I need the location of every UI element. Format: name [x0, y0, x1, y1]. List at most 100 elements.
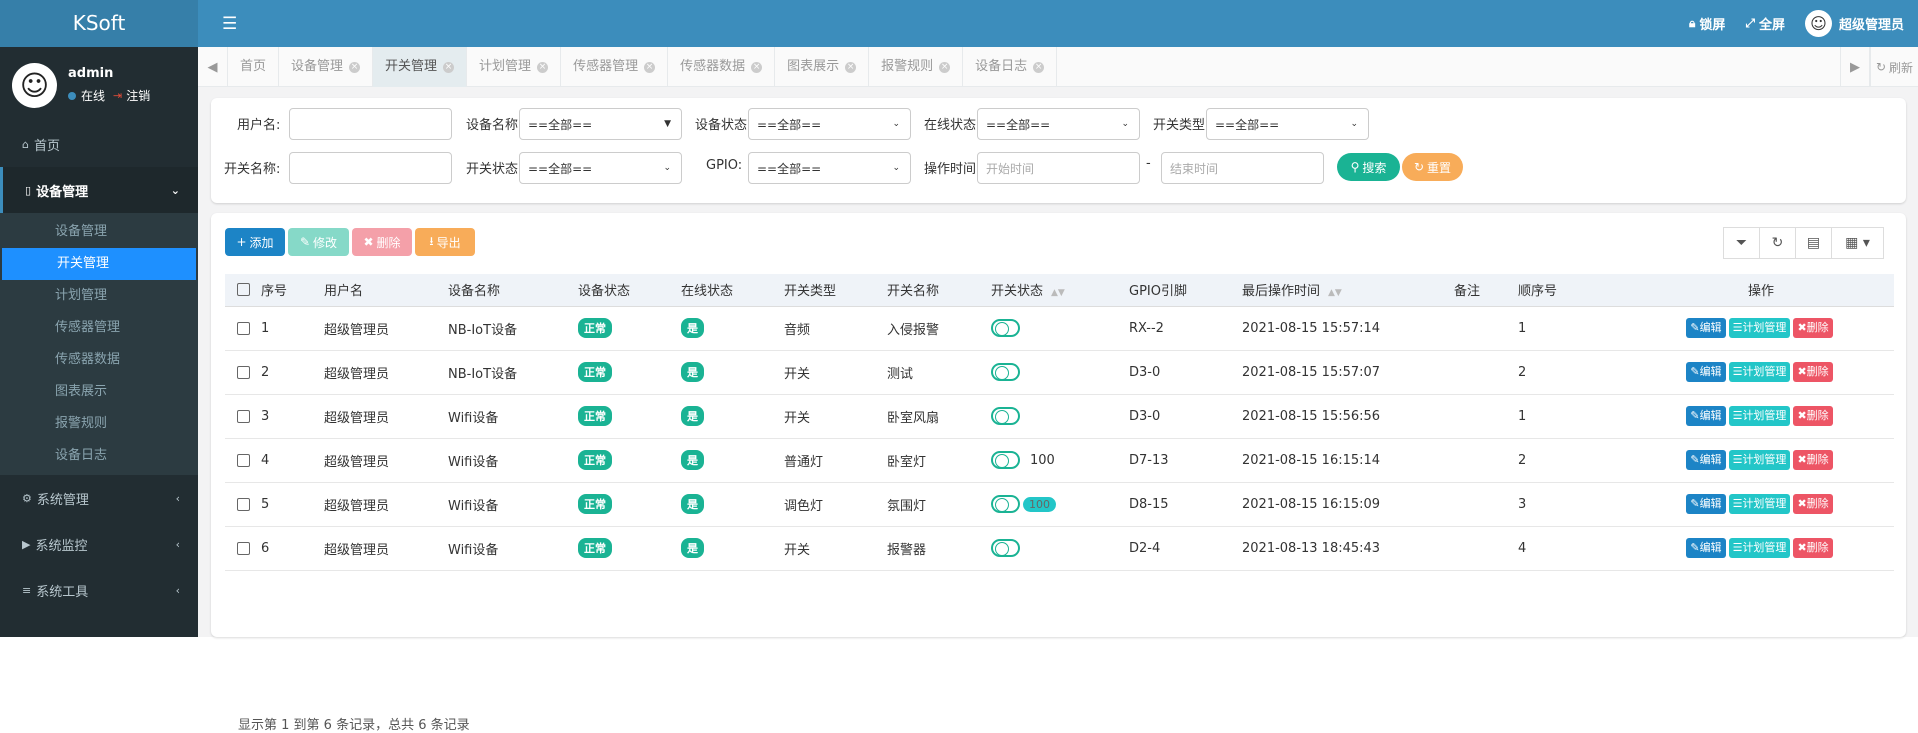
logout-link[interactable]: 注销	[126, 87, 150, 104]
online-select[interactable]: ==全部== ⌄	[977, 108, 1140, 140]
columns-button[interactable]: ▦ ▾	[1831, 227, 1884, 259]
devstate-select[interactable]: ==全部== ⌄	[748, 108, 911, 140]
search-button[interactable]: ⚲ 搜索	[1337, 153, 1400, 181]
gpio-select[interactable]: ==全部== ⌄	[748, 152, 911, 184]
table-row[interactable]: 6 超级管理员 Wifi设备 正常 是 开关 报警器 D2-4 2021-08-13 18:45…	[225, 526, 1894, 571]
submenu-sensor-manage[interactable]: 传感器管理	[0, 312, 198, 344]
device-select[interactable]: ==全部== ▼	[519, 108, 682, 140]
edit-button[interactable]: ✎ 修改	[288, 228, 349, 256]
row-select-cell[interactable]	[225, 306, 255, 351]
table-row[interactable]: 5 超级管理员 Wifi设备 正常 是 调色灯 氛围灯 100 D8-15 2021-08-15 …	[225, 482, 1894, 527]
export-button[interactable]: ⭳ 导出	[415, 228, 475, 256]
tab-sensor-data[interactable]: 传感器数据 ×	[668, 47, 776, 87]
sidebar-item-system[interactable]: ⚙ 系统管理 ‹	[0, 475, 198, 521]
refresh-tab-button[interactable]: ↻ 刷新	[1870, 47, 1918, 87]
row-checkbox[interactable]	[237, 497, 250, 511]
row-checkbox[interactable]	[237, 365, 250, 379]
switch-toggle[interactable]	[991, 407, 1020, 425]
row-select-cell[interactable]	[225, 394, 255, 439]
submenu-switch-manage[interactable]: 开关管理	[2, 248, 196, 280]
add-button[interactable]: + 添加	[225, 228, 285, 256]
app-logo[interactable]: KSoft	[0, 0, 198, 47]
row-plan-button[interactable]: ☰计划管理	[1728, 494, 1791, 514]
lock-screen-button[interactable]: 🔒︎ 锁屏	[1689, 14, 1725, 33]
submenu-plan-manage[interactable]: 计划管理	[0, 280, 198, 312]
row-plan-button[interactable]: ☰计划管理	[1728, 362, 1791, 382]
tab-sensor[interactable]: 传感器管理 ×	[561, 47, 669, 87]
row-delete-button[interactable]: ✖删除	[1793, 494, 1833, 514]
row-edit-button[interactable]: ✎编辑	[1686, 362, 1726, 382]
close-icon[interactable]: ×	[1033, 61, 1045, 73]
select-all-checkbox[interactable]	[237, 283, 250, 297]
close-icon[interactable]: ×	[845, 61, 857, 73]
row-checkbox[interactable]	[237, 541, 250, 555]
filter-toggle-button[interactable]: ⏷	[1723, 227, 1760, 259]
row-delete-button[interactable]: ✖删除	[1793, 538, 1833, 558]
table-row[interactable]: 2 超级管理员 NB-IoT设备 正常是开关 测试 D3-0 2021-08-15 15:5…	[225, 350, 1894, 395]
row-edit-button[interactable]: ✎编辑	[1686, 406, 1726, 426]
tab-home[interactable]: 首页	[228, 47, 280, 87]
tab-switch[interactable]: 开关管理 ×	[373, 47, 468, 87]
row-edit-button[interactable]: ✎编辑	[1686, 318, 1726, 338]
switch-toggle[interactable]	[991, 363, 1020, 381]
reset-button[interactable]: ↻ 重置	[1402, 153, 1463, 181]
tab-scroll-left-icon[interactable]: ◀	[198, 47, 228, 87]
swtype-select[interactable]: ==全部== ⌄	[1206, 108, 1369, 140]
close-icon[interactable]: ×	[751, 61, 763, 73]
row-select-cell[interactable]	[225, 438, 255, 483]
row-checkbox[interactable]	[237, 409, 250, 423]
close-icon[interactable]: ×	[939, 61, 951, 73]
sidebar-item-home[interactable]: ⌂ 首页	[0, 121, 198, 167]
row-delete-button[interactable]: ✖删除	[1793, 406, 1833, 426]
close-icon[interactable]: ×	[537, 61, 549, 73]
swname-input[interactable]	[289, 152, 452, 184]
row-delete-button[interactable]: ✖删除	[1793, 362, 1833, 382]
sidebar-toggle-icon[interactable]: ☰	[222, 14, 237, 34]
row-edit-button[interactable]: ✎编辑	[1686, 494, 1726, 514]
close-icon[interactable]: ×	[349, 61, 361, 73]
tab-chart[interactable]: 图表展示 ×	[775, 47, 870, 87]
row-plan-button[interactable]: ☰计划管理	[1728, 318, 1791, 338]
switch-toggle[interactable]	[991, 539, 1020, 557]
table-row[interactable]: 4 超级管理员 Wifi设备 正常 是 普通灯 卧室灯 100 D7-13 2021-08-15 …	[225, 438, 1894, 483]
row-checkbox[interactable]	[237, 321, 250, 335]
switch-toggle[interactable]	[991, 319, 1020, 337]
sidebar-item-monitor[interactable]: ▶ 系统监控 ‹	[0, 521, 198, 567]
row-edit-button[interactable]: ✎编辑	[1686, 450, 1726, 470]
row-plan-button[interactable]: ☰计划管理	[1728, 450, 1791, 470]
submenu-chart[interactable]: 图表展示	[0, 376, 198, 408]
refresh-table-button[interactable]: ↻	[1759, 227, 1796, 259]
row-delete-button[interactable]: ✖删除	[1793, 318, 1833, 338]
delete-button[interactable]: ✖ 删除	[352, 228, 412, 256]
row-checkbox[interactable]	[237, 453, 250, 467]
row-select-cell[interactable]	[225, 526, 255, 571]
swstate-select[interactable]: ==全部== ⌄	[519, 152, 682, 184]
fullscreen-button[interactable]: ⤢ 全屏	[1745, 14, 1785, 33]
tab-device[interactable]: 设备管理 ×	[279, 47, 374, 87]
select-all-cell[interactable]	[225, 274, 255, 307]
tab-log[interactable]: 设备日志 ×	[963, 47, 1058, 87]
submenu-alarm-rules[interactable]: 报警规则	[0, 408, 198, 440]
end-time-input[interactable]: 结束时间	[1161, 152, 1324, 184]
col-header-sortable[interactable]: 开关状态 ▲▼	[985, 274, 1123, 307]
sidebar-item-device[interactable]: ▯ 设备管理 ⌄	[0, 167, 198, 213]
row-plan-button[interactable]: ☰计划管理	[1728, 538, 1791, 558]
close-icon[interactable]: ×	[644, 61, 656, 73]
tab-alarm[interactable]: 报警规则 ×	[869, 47, 964, 87]
row-edit-button[interactable]: ✎编辑	[1686, 538, 1726, 558]
user-input[interactable]	[289, 108, 452, 140]
tab-plan[interactable]: 计划管理 ×	[467, 47, 562, 87]
tab-scroll-right-icon[interactable]: ▶	[1840, 47, 1870, 87]
col-header-sortable[interactable]: 最后操作时间 ▲▼	[1236, 274, 1448, 307]
toggle-view-button[interactable]: ▤	[1795, 227, 1832, 259]
row-select-cell[interactable]	[225, 482, 255, 527]
row-delete-button[interactable]: ✖删除	[1793, 450, 1833, 470]
switch-toggle[interactable]	[991, 451, 1020, 469]
submenu-sensor-data[interactable]: 传感器数据	[0, 344, 198, 376]
row-select-cell[interactable]	[225, 350, 255, 395]
submenu-device-log[interactable]: 设备日志	[0, 440, 198, 472]
sidebar-item-tools[interactable]: ≡ 系统工具 ‹	[0, 567, 198, 613]
start-time-input[interactable]: 开始时间	[977, 152, 1140, 184]
user-menu[interactable]: ☺ 超级管理员	[1804, 10, 1904, 37]
submenu-device-manage[interactable]: 设备管理	[0, 216, 198, 248]
